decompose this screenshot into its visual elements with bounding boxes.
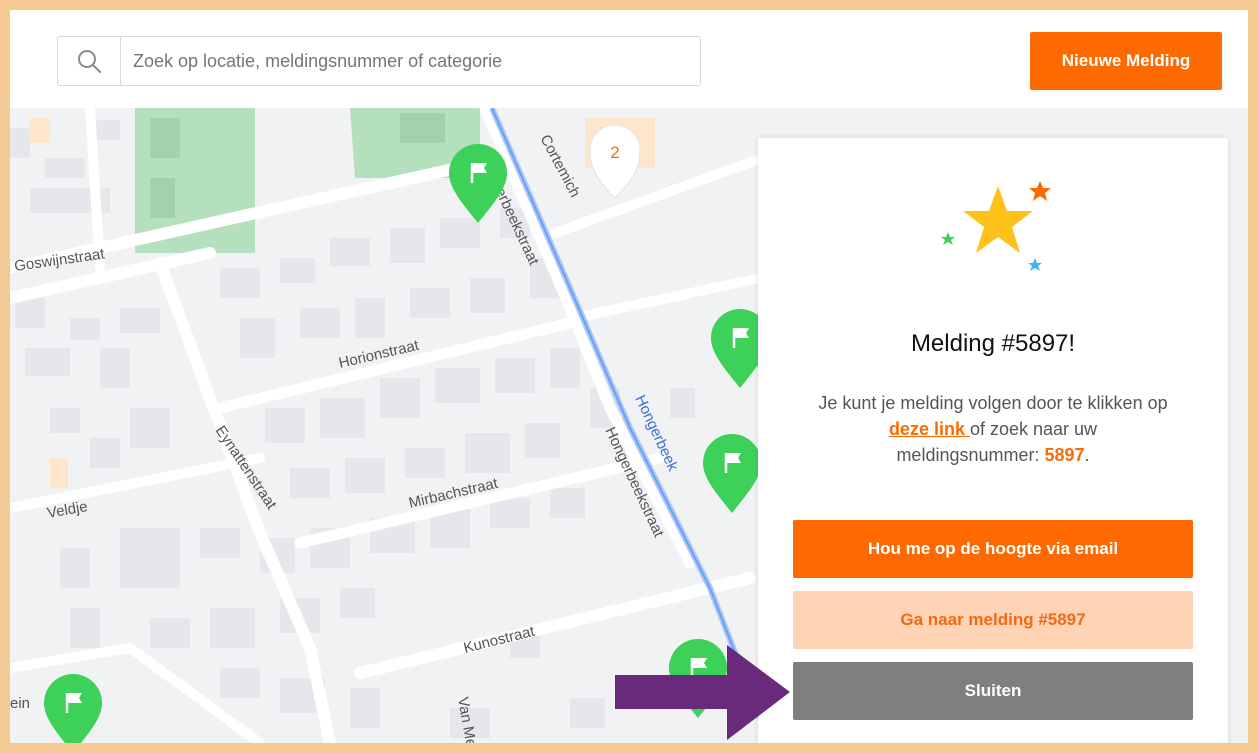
- message-text: Je kunt je melding volgen door te klikke…: [818, 393, 1168, 413]
- track-report-link[interactable]: deze link: [889, 419, 970, 439]
- top-bar: Nieuwe Melding: [10, 10, 1248, 108]
- message-text: .: [1084, 445, 1090, 465]
- go-to-report-button[interactable]: Ga naar melding #5897: [793, 591, 1193, 649]
- street-label: ein: [10, 695, 30, 712]
- search-button[interactable]: [58, 37, 121, 85]
- email-updates-button[interactable]: Hou me op de hoogte via email: [793, 520, 1193, 578]
- search-icon: [78, 50, 101, 73]
- search-input[interactable]: [121, 37, 700, 85]
- arrow-right-icon: [615, 645, 790, 740]
- dialog-title: Melding #5897!: [910, 330, 1076, 357]
- dialog-message: Je kunt je melding volgen door te klikke…: [818, 390, 1168, 468]
- close-button[interactable]: Sluiten: [793, 662, 1193, 720]
- new-report-button[interactable]: Nieuwe Melding: [1030, 32, 1222, 90]
- app-frame: Nieuwe Melding: [10, 10, 1248, 743]
- cluster-count: 2: [610, 143, 619, 162]
- stars-icon: [941, 181, 1051, 271]
- report-number: 5897: [1044, 445, 1085, 465]
- success-dialog: Melding #5897! Je kunt je melding volgen…: [758, 138, 1228, 743]
- search-bar: [57, 36, 701, 86]
